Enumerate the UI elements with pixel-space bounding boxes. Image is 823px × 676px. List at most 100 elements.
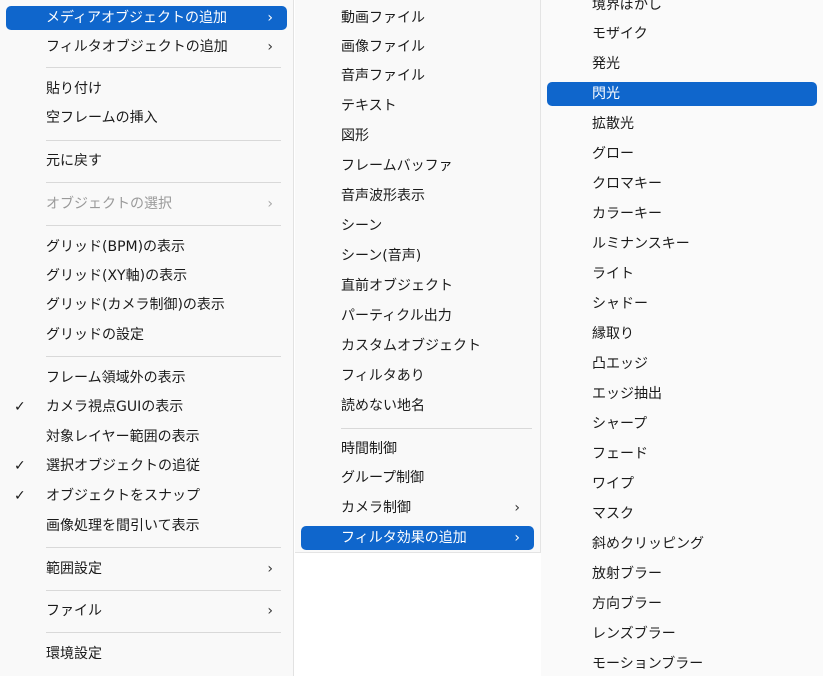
chevron-right-icon: › bbox=[267, 196, 273, 212]
menu-item-label: フレームバッファ bbox=[341, 158, 453, 174]
menu-item-border[interactable]: 縁取り bbox=[547, 322, 817, 346]
menu-item-video-file[interactable]: 動画ファイル bbox=[301, 6, 534, 30]
menu-item-grid-bpm[interactable]: グリッド(BPM)の表示 bbox=[6, 235, 287, 259]
menu-item-label: グリッド(カメラ制御)の表示 bbox=[46, 297, 225, 313]
menu-item-paste[interactable]: 貼り付け bbox=[6, 77, 287, 101]
menu-item-group-control[interactable]: グループ制御 bbox=[301, 466, 534, 490]
menu-item-label: オブジェクトの選択 bbox=[46, 196, 172, 212]
menu-separator bbox=[46, 225, 281, 226]
menu-item-border-blur[interactable]: 境界ぼかし bbox=[547, 0, 817, 17]
main-context-menu: メディアオブジェクトの追加 › フィルタオブジェクトの追加 › 貼り付け 空フレ… bbox=[0, 0, 294, 676]
menu-item-with-filter[interactable]: フィルタあり bbox=[301, 364, 534, 388]
menu-item-shadow[interactable]: シャドー bbox=[547, 292, 817, 316]
menu-item-label: 動画ファイル bbox=[341, 10, 425, 26]
menu-item-camera-gui[interactable]: ✓ カメラ視点GUIの表示 bbox=[6, 395, 287, 419]
menu-item-label: ファイル bbox=[46, 603, 102, 619]
menu-item-label: フェード bbox=[592, 446, 648, 462]
menu-item-label: グリッドの設定 bbox=[46, 327, 144, 343]
menu-separator bbox=[341, 428, 532, 429]
menu-item-layer-range[interactable]: 対象レイヤー範囲の表示 bbox=[6, 425, 287, 449]
menu-item-label: 縁取り bbox=[592, 326, 634, 342]
checkmark-icon: ✓ bbox=[14, 399, 26, 415]
menu-item-follow-selection[interactable]: ✓ 選択オブジェクトの追従 bbox=[6, 454, 287, 478]
menu-item-label: グリッド(BPM)の表示 bbox=[46, 239, 186, 255]
menu-item-label: シーン bbox=[341, 218, 383, 234]
menu-item-grid-xy[interactable]: グリッド(XY軸)の表示 bbox=[6, 264, 287, 288]
menu-item-show-outside-frame[interactable]: フレーム領域外の表示 bbox=[6, 366, 287, 390]
menu-item-radial-blur[interactable]: 放射ブラー bbox=[547, 562, 817, 586]
menu-item-label: 対象レイヤー範囲の表示 bbox=[46, 429, 200, 445]
menu-item-custom-object[interactable]: カスタムオブジェクト bbox=[301, 334, 534, 358]
menu-item-previous-object[interactable]: 直前オブジェクト bbox=[301, 274, 534, 298]
filter-effect-submenu: 境界ぼかし モザイク 発光 閃光 拡散光 グロー クロマキー カラーキー ルミナ… bbox=[541, 0, 823, 676]
menu-item-preferences[interactable]: 環境設定 bbox=[6, 642, 287, 666]
menu-item-undo[interactable]: 元に戻す bbox=[6, 149, 287, 173]
menu-item-luminance-key[interactable]: ルミナンスキー bbox=[547, 232, 817, 256]
menu-item-label: カスタムオブジェクト bbox=[341, 338, 481, 354]
menu-item-time-control[interactable]: 時間制御 bbox=[301, 437, 534, 461]
menu-item-range-settings[interactable]: 範囲設定 › bbox=[6, 557, 287, 581]
menu-item-audio-waveform[interactable]: 音声波形表示 bbox=[301, 184, 534, 208]
menu-item-add-filter-object[interactable]: フィルタオブジェクトの追加 › bbox=[6, 35, 287, 59]
menu-item-shape[interactable]: 図形 bbox=[301, 124, 534, 148]
menu-item-snap-object[interactable]: ✓ オブジェクトをスナップ bbox=[6, 484, 287, 508]
menu-separator bbox=[46, 356, 281, 357]
menu-item-label: シャドー bbox=[592, 296, 648, 312]
menu-item-diffuse-light[interactable]: 拡散光 bbox=[547, 112, 817, 136]
menu-item-label: シャープ bbox=[592, 416, 648, 432]
menu-separator bbox=[46, 140, 281, 141]
menu-item-label: カラーキー bbox=[592, 206, 662, 222]
menu-item-scene[interactable]: シーン bbox=[301, 214, 534, 238]
menu-item-wipe[interactable]: ワイプ bbox=[547, 472, 817, 496]
menu-item-thin-processing[interactable]: 画像処理を間引いて表示 bbox=[6, 514, 287, 538]
menu-item-select-object[interactable]: オブジェクトの選択 › bbox=[6, 192, 287, 216]
menu-item-chroma-key[interactable]: クロマキー bbox=[547, 172, 817, 196]
menu-item-diagonal-clipping[interactable]: 斜めクリッピング bbox=[547, 532, 817, 556]
menu-item-label: フレーム領域外の表示 bbox=[46, 370, 186, 386]
menu-item-label: パーティクル出力 bbox=[341, 308, 452, 324]
menu-item-motion-blur[interactable]: モーションブラー bbox=[547, 652, 817, 676]
menu-item-label: 斜めクリッピング bbox=[592, 536, 704, 552]
checkmark-icon: ✓ bbox=[14, 488, 26, 504]
menu-item-add-media-object[interactable]: メディアオブジェクトの追加 › bbox=[6, 6, 287, 30]
menu-item-color-key[interactable]: カラーキー bbox=[547, 202, 817, 226]
menu-item-file[interactable]: ファイル › bbox=[6, 599, 287, 623]
menu-item-edge-extraction[interactable]: エッジ抽出 bbox=[547, 382, 817, 406]
menu-item-frame-buffer[interactable]: フレームバッファ bbox=[301, 154, 534, 178]
menu-item-flash[interactable]: 閃光 bbox=[547, 82, 817, 106]
menu-item-mosaic[interactable]: モザイク bbox=[547, 22, 817, 46]
menu-item-bevel-edge[interactable]: 凸エッジ bbox=[547, 352, 817, 376]
chevron-right-icon: › bbox=[514, 500, 520, 516]
menu-item-label: フィルタあり bbox=[341, 368, 425, 384]
menu-item-unreadable-place-names[interactable]: 読めない地名 bbox=[301, 394, 534, 418]
menu-item-label: 図形 bbox=[341, 128, 369, 144]
menu-item-glow-emission[interactable]: 発光 bbox=[547, 52, 817, 76]
menu-item-label: 境界ぼかし bbox=[592, 0, 662, 13]
menu-item-grid-camera[interactable]: グリッド(カメラ制御)の表示 bbox=[6, 293, 287, 317]
menu-item-image-file[interactable]: 画像ファイル bbox=[301, 35, 534, 59]
menu-item-camera-control[interactable]: カメラ制御 › bbox=[301, 496, 534, 520]
menu-item-label: ライト bbox=[592, 266, 634, 282]
menu-item-mask[interactable]: マスク bbox=[547, 502, 817, 526]
menu-item-particle-output[interactable]: パーティクル出力 bbox=[301, 304, 534, 328]
menu-item-label: モーションブラー bbox=[592, 656, 704, 672]
chevron-right-icon: › bbox=[267, 603, 273, 619]
menu-item-lens-blur[interactable]: レンズブラー bbox=[547, 622, 817, 646]
menu-separator bbox=[46, 590, 281, 591]
menu-item-sharpen[interactable]: シャープ bbox=[547, 412, 817, 436]
menu-item-audio-file[interactable]: 音声ファイル bbox=[301, 64, 534, 88]
menu-item-fade[interactable]: フェード bbox=[547, 442, 817, 466]
menu-item-text[interactable]: テキスト bbox=[301, 94, 534, 118]
menu-separator bbox=[46, 182, 281, 183]
menu-item-glow[interactable]: グロー bbox=[547, 142, 817, 166]
menu-item-label: フィルタ効果の追加 bbox=[341, 530, 467, 546]
menu-item-light[interactable]: ライト bbox=[547, 262, 817, 286]
menu-item-add-filter-effect[interactable]: フィルタ効果の追加 › bbox=[301, 526, 534, 550]
menu-item-directional-blur[interactable]: 方向ブラー bbox=[547, 592, 817, 616]
menu-item-insert-empty-frame[interactable]: 空フレームの挿入 bbox=[6, 106, 287, 130]
menu-item-label: 放射ブラー bbox=[592, 566, 662, 582]
menu-item-label: 貼り付け bbox=[46, 81, 102, 97]
menu-item-label: クロマキー bbox=[592, 176, 662, 192]
menu-item-scene-audio[interactable]: シーン(音声) bbox=[301, 244, 534, 268]
menu-item-grid-settings[interactable]: グリッドの設定 bbox=[6, 323, 287, 347]
